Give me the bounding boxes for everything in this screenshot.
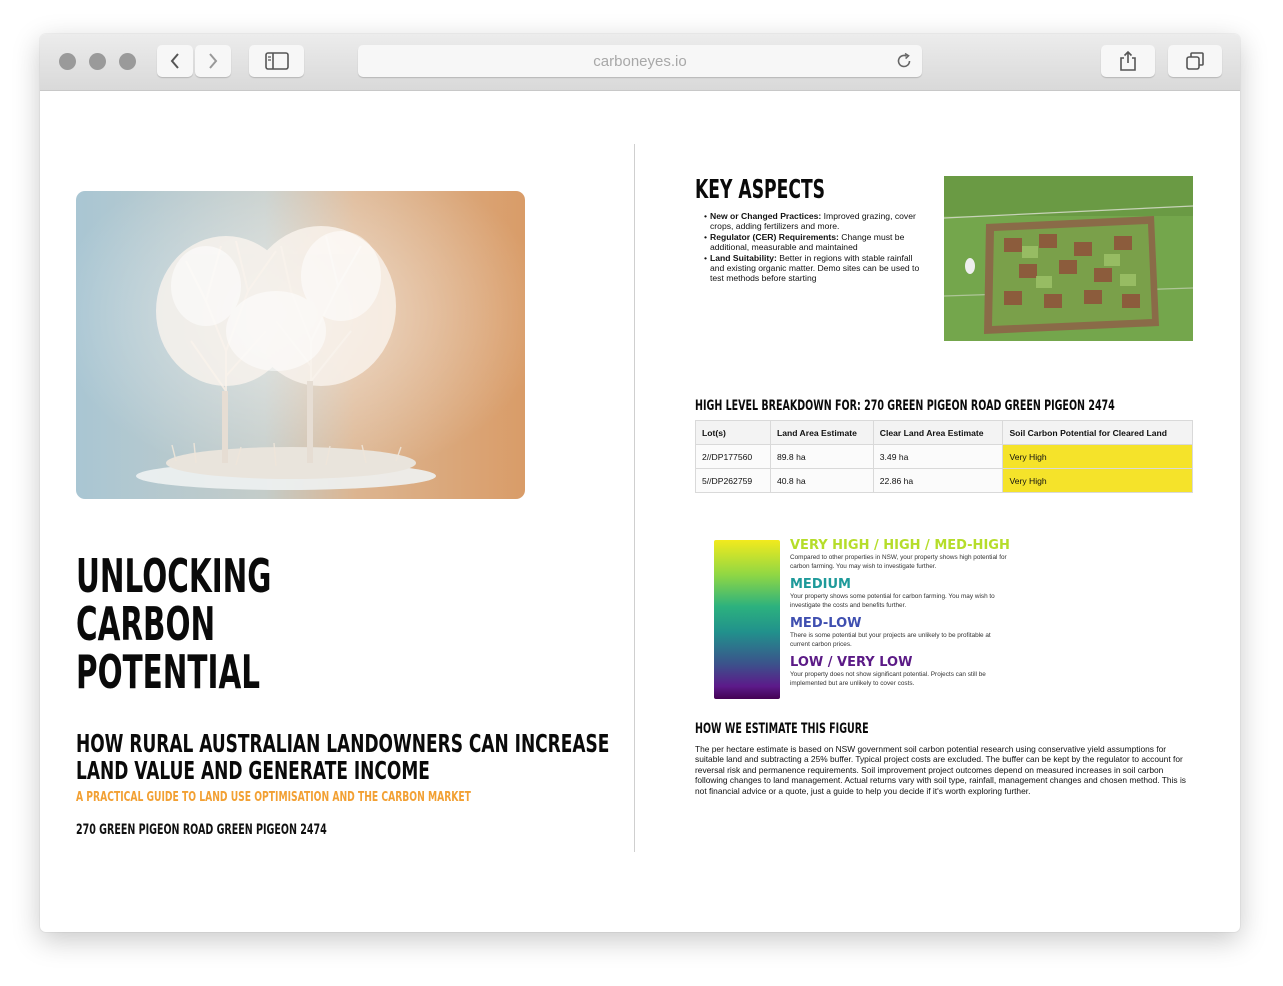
legend-heading-very-high: VERY HIGH / HIGH / MED-HIGH bbox=[790, 538, 1010, 553]
legend-heading-low: LOW / VERY LOW bbox=[790, 655, 913, 670]
breakdown-title: HIGH LEVEL BREAKDOWN FOR: 270 GREEN PIGE… bbox=[695, 398, 1115, 414]
title-line: CARBON bbox=[76, 597, 216, 651]
item-label: New or Changed Practices: bbox=[710, 211, 822, 221]
estimate-method-title: HOW WE ESTIMATE THIS FIGURE bbox=[695, 721, 869, 737]
list-item: Regulator (CER) Requirements: Change mus… bbox=[704, 232, 926, 253]
legend-description: There is some potential but your project… bbox=[790, 632, 991, 648]
close-window-button[interactable] bbox=[59, 53, 76, 70]
share-icon bbox=[1120, 50, 1136, 71]
document-title: UNLOCKING CARBON POTENTIAL bbox=[76, 552, 381, 696]
table-header-row: Lot(s) Land Area Estimate Clear Land Are… bbox=[695, 420, 1193, 445]
reload-icon[interactable] bbox=[894, 51, 914, 71]
column-header: Soil Carbon Potential for Cleared Land bbox=[1002, 420, 1193, 445]
list-item: New or Changed Practices: Improved grazi… bbox=[704, 211, 926, 232]
list-item: Land Suitability: Better in regions with… bbox=[704, 253, 926, 284]
address-text: 270 GREEN PIGEON ROAD GREEN PIGEON 2474 bbox=[76, 822, 327, 838]
title-line: UNLOCKING bbox=[76, 549, 272, 603]
sidebar-icon bbox=[264, 52, 289, 70]
table-cell: 3.49 ha bbox=[872, 444, 1004, 469]
item-label: Land Suitability: bbox=[710, 252, 777, 263]
legend-description: Your property shows some potential for c… bbox=[790, 593, 995, 609]
forward-button[interactable] bbox=[195, 45, 231, 77]
hero-image bbox=[76, 191, 525, 499]
table-cell: 2//DP177560 bbox=[695, 444, 771, 469]
aerial-field-photo bbox=[944, 176, 1193, 341]
tabs-icon bbox=[1186, 52, 1204, 70]
legend-heading-medium: MEDIUM bbox=[790, 577, 851, 592]
address-bar[interactable]: carboneyes.io bbox=[358, 45, 922, 77]
chevron-right-icon bbox=[209, 53, 218, 69]
column-header: Land Area Estimate bbox=[769, 420, 874, 445]
potential-cell: Very High bbox=[1002, 444, 1193, 469]
browser-window: carboneyes.io UNLOCKING CARBON POTENTIAL… bbox=[40, 34, 1240, 932]
property-address: 270 GREEN PIGEON ROAD GREEN PIGEON 2474 bbox=[76, 821, 445, 839]
share-button[interactable] bbox=[1101, 45, 1155, 77]
legend-description: Your property does not show significant … bbox=[790, 671, 986, 687]
column-header: Lot(s) bbox=[695, 420, 771, 445]
table-cell: 40.8 ha bbox=[769, 468, 874, 493]
frosted-tree-illustration bbox=[76, 191, 525, 499]
tabs-overview-button[interactable] bbox=[1168, 45, 1222, 77]
browser-toolbar: carboneyes.io bbox=[40, 34, 1240, 91]
sidebar-toggle-button[interactable] bbox=[249, 45, 304, 77]
trial-plot-aerial-illustration bbox=[944, 176, 1193, 341]
minimize-window-button[interactable] bbox=[89, 53, 106, 70]
estimate-method-text: The per hectare estimate is based on NSW… bbox=[695, 744, 1186, 796]
breakdown-heading: HIGH LEVEL BREAKDOWN FOR: 270 GREEN PIGE… bbox=[695, 397, 1240, 415]
subtitle-line: HOW RURAL AUSTRALIAN LANDOWNERS CAN INCR… bbox=[76, 729, 610, 758]
document-view: UNLOCKING CARBON POTENTIAL HOW RURAL AUS… bbox=[40, 90, 1240, 932]
key-aspects-title: KEY ASPECTS bbox=[695, 175, 826, 205]
tagline-text: A PRACTICAL GUIDE TO LAND USE OPTIMISATI… bbox=[76, 789, 471, 805]
key-aspects-list: New or Changed Practices: Improved grazi… bbox=[704, 211, 926, 284]
table-cell: 22.86 ha bbox=[872, 468, 1004, 493]
table-row: 5//DP262759 40.8 ha 22.86 ha Very High bbox=[695, 468, 1193, 493]
table-cell: 5//DP262759 bbox=[695, 468, 771, 493]
legend-description: Compared to other properties in NSW, you… bbox=[790, 554, 1007, 570]
chevron-left-icon bbox=[170, 53, 179, 69]
address-text: carboneyes.io bbox=[593, 53, 687, 70]
item-label: Regulator (CER) Requirements: bbox=[710, 231, 839, 242]
legend-heading-med-low: MED-LOW bbox=[790, 616, 862, 631]
title-line: POTENTIAL bbox=[76, 645, 261, 699]
potential-legend: VERY HIGH / HIGH / MED-HIGH Compared to … bbox=[790, 538, 1010, 694]
table-cell: 89.8 ha bbox=[769, 444, 874, 469]
subtitle-line: LAND VALUE AND GENERATE INCOME bbox=[76, 756, 430, 785]
zoom-window-button[interactable] bbox=[119, 53, 136, 70]
column-header: Clear Land Area Estimate bbox=[872, 420, 1004, 445]
breakdown-table: Lot(s) Land Area Estimate Clear Land Are… bbox=[695, 420, 1193, 493]
estimate-method-heading: HOW WE ESTIMATE THIS FIGURE bbox=[695, 720, 950, 738]
table-row: 2//DP177560 89.8 ha 3.49 ha Very High bbox=[695, 444, 1193, 469]
tagline: A PRACTICAL GUIDE TO LAND USE OPTIMISATI… bbox=[76, 788, 657, 806]
key-aspects-heading: KEY ASPECTS bbox=[695, 175, 892, 205]
potential-color-scale bbox=[714, 540, 780, 699]
back-button[interactable] bbox=[157, 45, 193, 77]
potential-cell: Very High bbox=[1002, 468, 1193, 493]
